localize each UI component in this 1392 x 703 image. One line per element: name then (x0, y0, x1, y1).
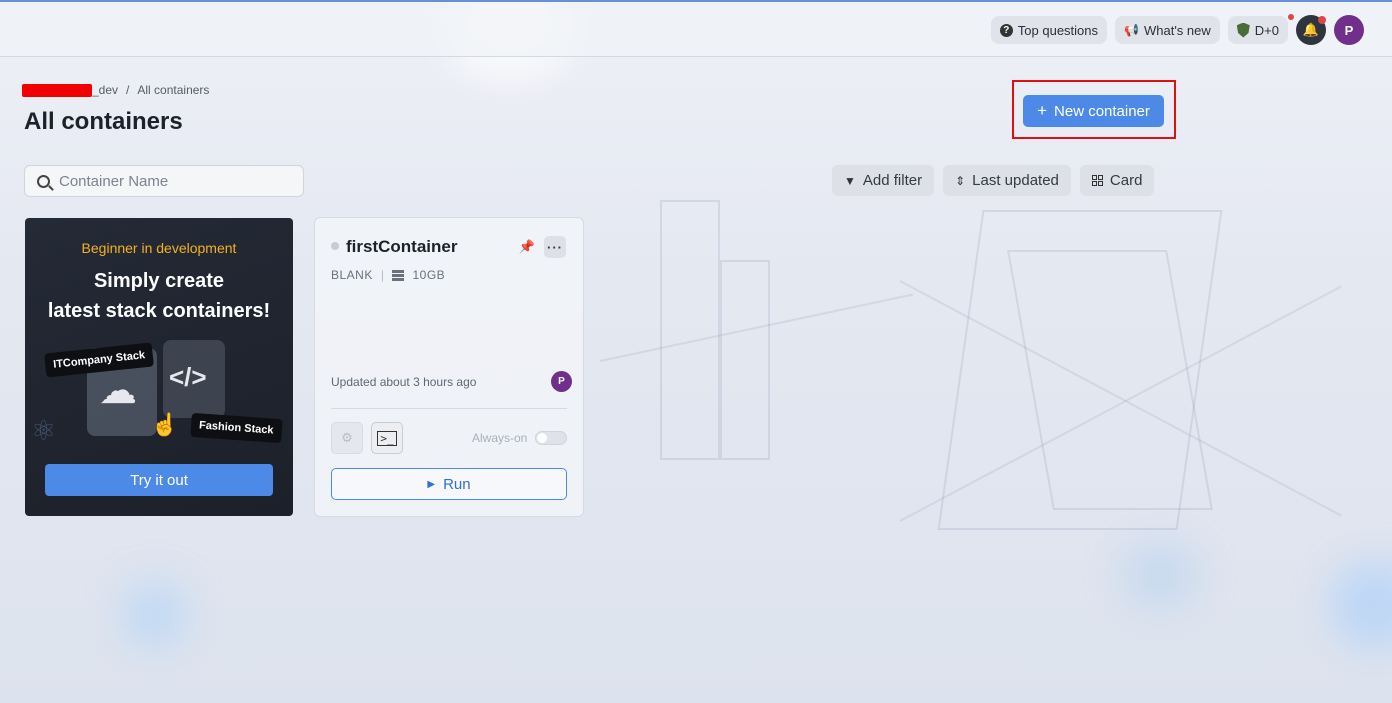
promo-title-line1: Simply create (93, 270, 225, 292)
whats-new-button[interactable]: 📢 What's new (1115, 16, 1220, 44)
react-icon: ⚛ (31, 415, 57, 446)
updated-time: Updated about 3 hours ago (331, 375, 477, 389)
container-card[interactable]: firstContainer 📌 ··· BLANK | 10GB Update… (314, 217, 584, 517)
add-filter-button[interactable]: ▼ Add filter (832, 165, 935, 196)
new-container-label: New container (1054, 102, 1150, 120)
terminal-button[interactable]: >_ (371, 422, 403, 454)
question-icon: ? (999, 23, 1013, 37)
breadcrumb: _dev / All containers (22, 83, 209, 97)
always-on-toggle[interactable] (535, 431, 567, 445)
search-box (24, 165, 304, 197)
promo-subtitle: Beginner in development (81, 240, 237, 256)
storage-icon (392, 269, 405, 281)
promo-card: Beginner in development Simply create la… (25, 218, 293, 516)
points-label: D+0 (1254, 22, 1279, 38)
always-on-label: Always-on (472, 431, 528, 445)
sort-button[interactable]: ⇕ Last updated (943, 165, 1071, 196)
owner-avatar: P (551, 371, 572, 392)
filter-icon: ▼ (844, 173, 856, 188)
view-mode-label: Card (1109, 172, 1143, 189)
redacted-org-name (22, 83, 92, 97)
shield-icon (1236, 22, 1250, 38)
notification-dot (1318, 16, 1326, 24)
fashion-stack-tag: Fashion Stack (190, 412, 283, 444)
promo-title-line2: latest stack containers! (47, 300, 271, 322)
breadcrumb-separator: / (126, 83, 130, 97)
top-actions: ? Top questions 📢 What's new D+0 🔔 P (990, 14, 1364, 45)
bell-icon: 🔔 (1302, 22, 1320, 37)
grid-icon (1091, 175, 1103, 186)
whats-new-label: What's new (1143, 22, 1211, 38)
breadcrumb-org[interactable]: _dev (92, 83, 118, 97)
run-button[interactable]: ▶ Run (331, 468, 567, 500)
status-dot (331, 242, 339, 250)
megaphone-icon: 📢 (1124, 23, 1139, 37)
more-options-button[interactable]: ··· (544, 236, 566, 258)
search-icon (37, 174, 50, 188)
view-mode-button[interactable]: Card (1079, 165, 1155, 196)
container-disk: 10GB (412, 268, 446, 282)
pin-icon[interactable]: 📌 (517, 237, 537, 257)
top-questions-button[interactable]: ? Top questions (990, 16, 1108, 44)
code-icon: </> (169, 362, 207, 392)
notification-dot (1288, 14, 1294, 20)
container-meta: BLANK | 10GB (331, 268, 445, 282)
pointer-hand-icon: ☝ (151, 412, 179, 437)
sort-label: Last updated (972, 172, 1059, 189)
promo-illustration: ⚛ ☁ </> ☝ ITCompany Stack Fashion Stack (25, 336, 293, 456)
notifications-button[interactable]: 🔔 (1296, 15, 1326, 45)
meta-separator: | (380, 268, 385, 282)
container-name[interactable]: firstContainer (346, 237, 457, 257)
card-divider (331, 408, 567, 409)
filter-bar: ▼ Add filter ⇕ Last updated Card (832, 165, 1155, 196)
promo-title: Simply create latest stack containers! (25, 266, 293, 326)
new-container-button[interactable]: + New container (1023, 95, 1164, 127)
play-icon: ▶ (427, 478, 436, 490)
plus-icon: + (1037, 101, 1048, 120)
container-search-input[interactable] (59, 172, 289, 190)
points-button[interactable]: D+0 (1227, 14, 1294, 44)
top-questions-label: Top questions (1017, 22, 1099, 38)
cloud-icon: ☁ (99, 370, 137, 412)
toggle-knob (537, 433, 547, 443)
settings-button[interactable]: ⚙ (331, 422, 363, 454)
container-stack: BLANK (331, 268, 373, 282)
run-label: Run (443, 475, 471, 493)
sort-icon: ⇕ (955, 173, 966, 188)
add-filter-label: Add filter (862, 172, 923, 189)
page-title: All containers (24, 108, 183, 135)
terminal-icon: >_ (377, 430, 397, 446)
top-bar: ? Top questions 📢 What's new D+0 🔔 P (0, 0, 1392, 57)
user-avatar[interactable]: P (1334, 15, 1364, 45)
gear-icon: ⚙ (341, 430, 353, 445)
breadcrumb-current: All containers (137, 83, 210, 97)
try-it-out-button[interactable]: Try it out (45, 464, 273, 496)
